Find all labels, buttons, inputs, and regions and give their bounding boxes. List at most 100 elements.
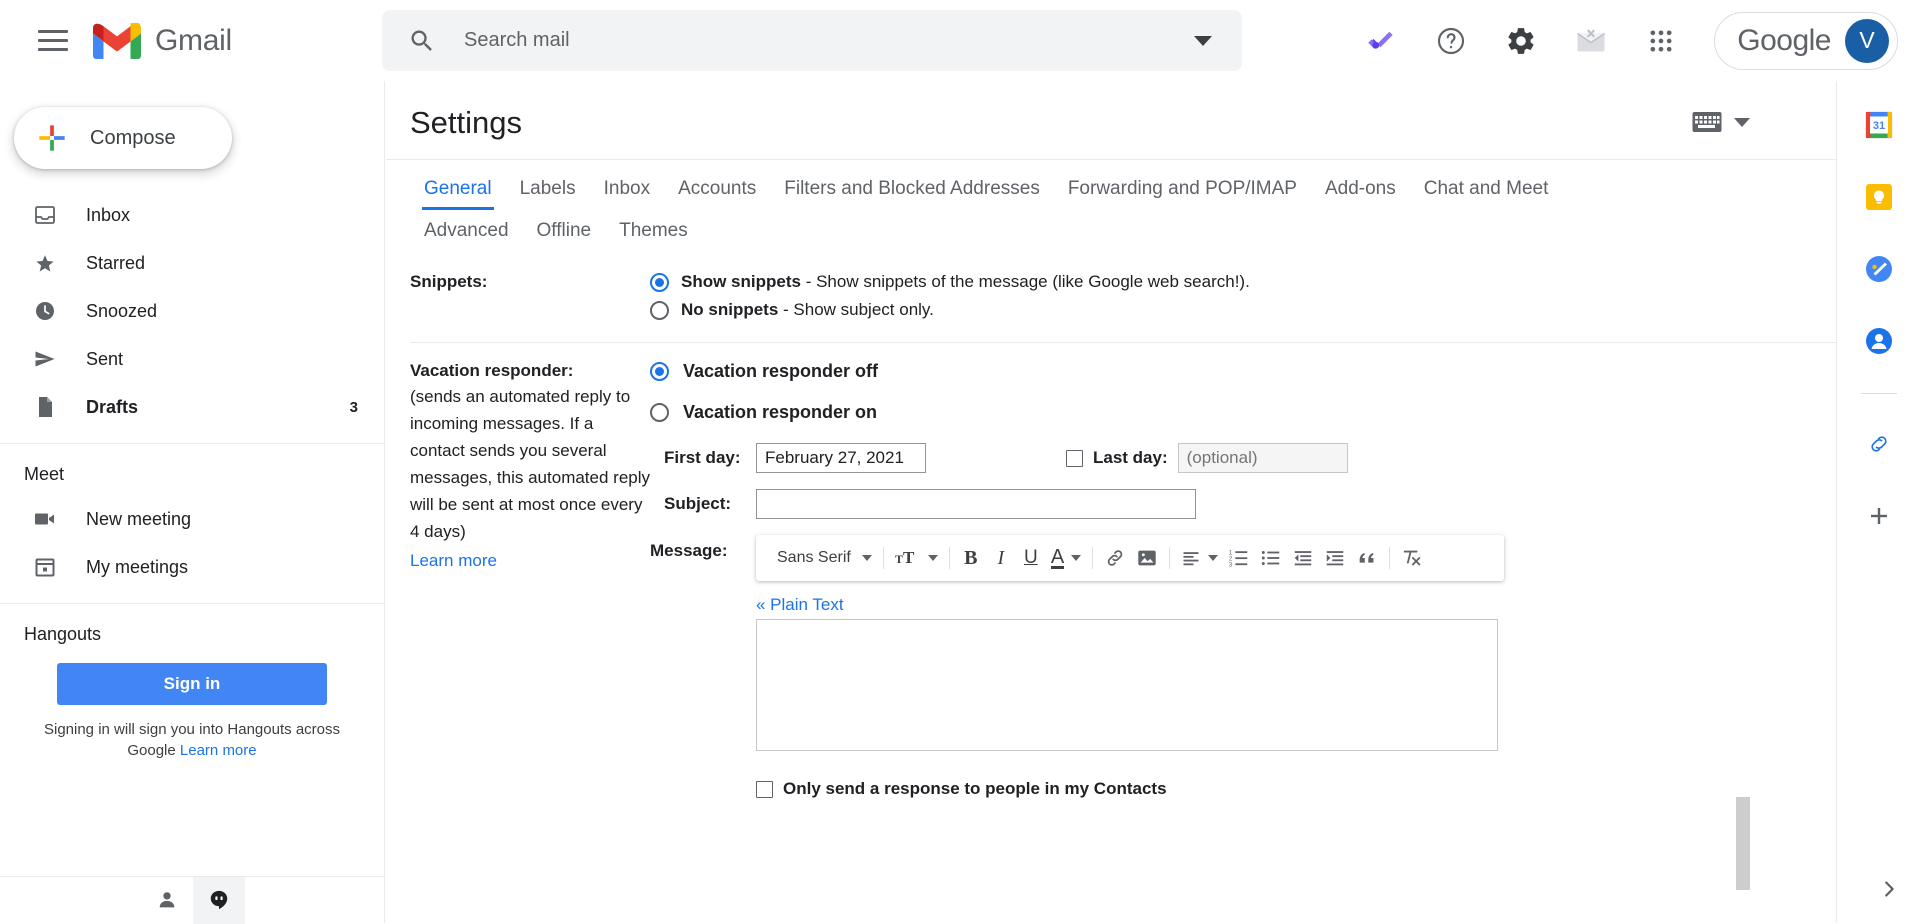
sidebar-item-snoozed[interactable]: Snoozed bbox=[0, 287, 384, 335]
sidebar-item-drafts[interactable]: Drafts 3 bbox=[0, 383, 384, 431]
plain-text-toggle-link[interactable]: « Plain Text bbox=[756, 595, 844, 615]
hangouts-learn-more-link[interactable]: Learn more bbox=[180, 742, 257, 759]
remove-formatting-icon[interactable] bbox=[1396, 541, 1428, 575]
svg-text:2: 2 bbox=[1229, 556, 1232, 562]
compose-button[interactable]: Compose bbox=[14, 107, 232, 169]
italic-icon[interactable]: I bbox=[986, 541, 1016, 575]
google-keep-icon[interactable] bbox=[1857, 175, 1901, 219]
snippets-none-radio[interactable] bbox=[650, 300, 669, 320]
underline-icon[interactable]: U bbox=[1016, 541, 1046, 575]
tab-labels[interactable]: Labels bbox=[506, 160, 590, 210]
last-day-input[interactable] bbox=[1177, 443, 1348, 473]
sidebar-item-label: Inbox bbox=[86, 204, 131, 225]
snippets-none-option[interactable]: No snippets - Show subject only. bbox=[650, 300, 1836, 320]
settings-tabs-row-1: General Labels Inbox Accounts Filters an… bbox=[410, 160, 1836, 210]
vacation-off-option[interactable]: Vacation responder off bbox=[650, 361, 1836, 382]
unsubscribe-envelope-icon[interactable] bbox=[1562, 12, 1620, 70]
insert-image-icon[interactable] bbox=[1131, 541, 1163, 575]
first-day-input[interactable] bbox=[756, 443, 926, 473]
vacation-responder-body: Vacation responder off Vacation responde… bbox=[650, 361, 1836, 799]
contacts-only-checkbox[interactable] bbox=[756, 780, 773, 798]
first-day-label: First day: bbox=[664, 448, 741, 467]
google-calendar-icon[interactable]: 31 bbox=[1857, 103, 1901, 147]
addon-link-icon[interactable] bbox=[1857, 422, 1901, 466]
subject-field-row: Subject: bbox=[664, 489, 1836, 519]
text-color-glyph: A bbox=[1050, 545, 1065, 569]
google-apps-grid-icon[interactable] bbox=[1632, 12, 1690, 70]
insert-link-icon[interactable] bbox=[1099, 541, 1131, 575]
tab-chat-and-meet[interactable]: Chat and Meet bbox=[1410, 160, 1563, 210]
google-tasks-icon[interactable] bbox=[1857, 247, 1901, 291]
sidebar-item-starred[interactable]: Starred bbox=[0, 239, 384, 287]
avatar[interactable]: V bbox=[1845, 18, 1889, 63]
vacation-on-radio[interactable] bbox=[650, 403, 669, 422]
sidebar-item-label: Drafts bbox=[86, 396, 139, 417]
font-family-dropdown[interactable]: Sans Serif bbox=[764, 541, 877, 575]
font-size-icon[interactable]: T T bbox=[890, 541, 943, 575]
inbox-icon bbox=[32, 202, 58, 228]
sidebar-item-inbox[interactable]: Inbox bbox=[0, 191, 384, 239]
chevron-down-icon[interactable] bbox=[1734, 117, 1750, 127]
chevron-down-icon[interactable] bbox=[1194, 35, 1212, 46]
sidebar-item-new-meeting[interactable]: New meeting bbox=[0, 495, 384, 543]
tab-forwarding-and-pop-imap[interactable]: Forwarding and POP/IMAP bbox=[1054, 160, 1311, 210]
draft-file-icon bbox=[32, 394, 58, 420]
text-color-icon[interactable]: A bbox=[1046, 541, 1086, 575]
tab-add-ons[interactable]: Add-ons bbox=[1311, 160, 1410, 210]
chevron-down-icon bbox=[1208, 555, 1219, 561]
add-addon-plus-icon[interactable] bbox=[1857, 494, 1901, 538]
hangouts-signin-button[interactable]: Sign in bbox=[57, 663, 327, 705]
indent-icon[interactable] bbox=[1319, 541, 1351, 575]
vacation-learn-more-link[interactable]: Learn more bbox=[410, 547, 650, 574]
subject-input[interactable] bbox=[756, 489, 1196, 519]
vacation-on-option[interactable]: Vacation responder on bbox=[650, 402, 1836, 423]
message-textarea[interactable] bbox=[756, 619, 1498, 751]
tab-filters-and-blocked-addresses[interactable]: Filters and Blocked Addresses bbox=[770, 160, 1054, 210]
tab-advanced[interactable]: Advanced bbox=[410, 210, 523, 248]
hamburger-icon[interactable] bbox=[25, 13, 81, 69]
svg-text:T: T bbox=[903, 548, 915, 567]
gmail-brand[interactable]: Gmail bbox=[93, 22, 232, 59]
keyboard-shortcuts-control[interactable] bbox=[1692, 111, 1750, 133]
settings-tabs-row-2: Advanced Offline Themes bbox=[410, 210, 1836, 254]
snippets-show-option[interactable]: Show snippets - Show snippets of the mes… bbox=[650, 272, 1836, 292]
hangouts-chat-icon[interactable] bbox=[192, 876, 245, 924]
chevron-down-icon bbox=[927, 555, 938, 561]
google-contacts-icon[interactable] bbox=[1857, 319, 1901, 363]
snippets-options: Show snippets - Show snippets of the mes… bbox=[650, 272, 1836, 328]
align-icon[interactable] bbox=[1176, 541, 1223, 575]
chevron-right-icon[interactable] bbox=[1878, 878, 1900, 907]
clock-icon bbox=[32, 298, 58, 324]
tab-general[interactable]: General bbox=[410, 160, 506, 210]
outdent-icon[interactable] bbox=[1287, 541, 1319, 575]
tab-themes[interactable]: Themes bbox=[605, 210, 702, 248]
settings-gear-icon[interactable] bbox=[1492, 12, 1550, 70]
account-chip[interactable]: Google V bbox=[1714, 11, 1898, 70]
bold-icon[interactable]: B bbox=[956, 541, 986, 575]
last-day-checkbox[interactable] bbox=[1066, 449, 1083, 467]
search-bar[interactable] bbox=[382, 10, 1242, 71]
bulleted-list-icon[interactable] bbox=[1255, 541, 1287, 575]
tasks-checkmark-icon[interactable] bbox=[1352, 12, 1410, 70]
sidebar-item-sent[interactable]: Sent bbox=[0, 335, 384, 383]
toolbar-separator bbox=[882, 547, 884, 569]
tab-inbox[interactable]: Inbox bbox=[590, 160, 664, 210]
snippets-show-radio[interactable] bbox=[650, 272, 669, 292]
search-input[interactable] bbox=[462, 28, 1194, 53]
vacation-off-radio[interactable] bbox=[650, 362, 669, 381]
plus-icon bbox=[39, 125, 65, 151]
tab-accounts[interactable]: Accounts bbox=[664, 160, 770, 210]
quote-icon[interactable] bbox=[1351, 541, 1383, 575]
sidebar-item-my-meetings[interactable]: My meetings bbox=[0, 543, 384, 591]
help-icon[interactable] bbox=[1422, 12, 1480, 70]
left-sidebar: Compose Inbox Starred Snoozed Sent Draft… bbox=[0, 81, 385, 924]
person-icon[interactable] bbox=[141, 877, 193, 924]
snippets-show-text: Show snippets - Show snippets of the mes… bbox=[681, 272, 1250, 292]
contacts-only-row[interactable]: Only send a response to people in my Con… bbox=[756, 779, 1504, 799]
svg-text:3: 3 bbox=[1229, 562, 1233, 568]
tab-offline[interactable]: Offline bbox=[523, 210, 606, 248]
account-brand-label: Google bbox=[1737, 23, 1831, 57]
message-editor: Sans Serif T T B I U A 1 2 3 « Plain Tex… bbox=[756, 535, 1504, 799]
numbered-list-icon[interactable]: 1 2 3 bbox=[1223, 541, 1255, 575]
main-scrollbar-thumb[interactable] bbox=[1736, 797, 1750, 890]
